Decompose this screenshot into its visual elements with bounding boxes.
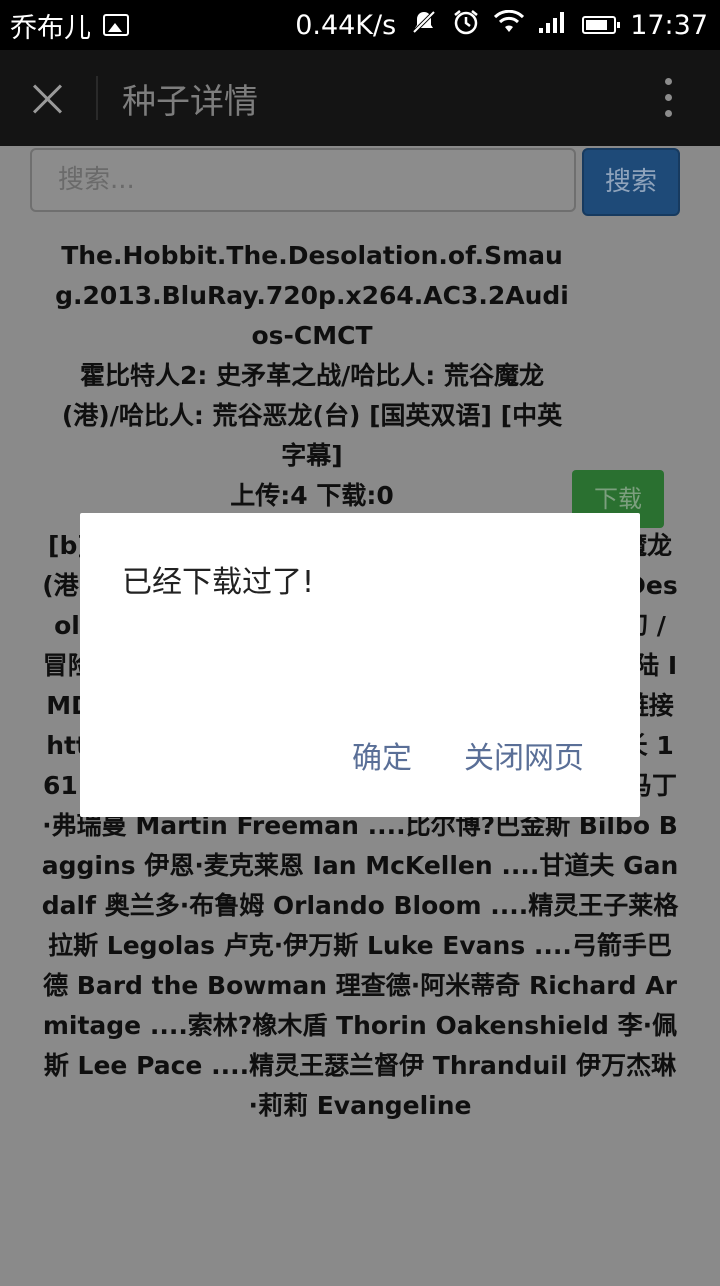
search-button[interactable]: 搜索 xyxy=(582,148,680,216)
divider xyxy=(96,76,98,120)
close-icon[interactable] xyxy=(22,74,74,122)
torrent-title: The.Hobbit.The.Desolation.of.Smaug.2013.… xyxy=(55,241,569,350)
torrent-stats: 上传:4 下载:0 xyxy=(230,481,394,510)
carrier-label: 乔布儿 xyxy=(10,12,91,44)
image-icon xyxy=(103,14,129,36)
network-speed: 0.44K/s xyxy=(295,9,397,41)
alert-dialog: 已经下载过了! 确定 关闭网页 xyxy=(80,513,640,817)
status-left: 乔布儿 xyxy=(10,0,129,50)
signal-icon xyxy=(538,10,568,41)
close-page-button[interactable]: 关闭网页 xyxy=(464,733,584,777)
status-bar: 乔布儿 0.44K/s 17:37 xyxy=(0,0,720,50)
battery-icon xyxy=(582,16,621,34)
torrent-cn-title: 霍比特人2: 史矛革之战/哈比人: 荒谷魔龙(港)/哈比人: 荒谷恶龙(台) [… xyxy=(61,361,563,470)
status-right: 0.44K/s 17:37 xyxy=(295,0,708,50)
mute-icon xyxy=(410,8,438,43)
ok-button[interactable]: 确定 xyxy=(352,733,412,777)
clock: 17:37 xyxy=(630,9,708,41)
dialog-message: 已经下载过了! xyxy=(122,565,315,600)
alarm-icon xyxy=(452,8,480,43)
search-input[interactable]: 搜索... xyxy=(30,148,576,212)
page-title: 种子详情 xyxy=(122,82,258,122)
title-bar: 种子详情 xyxy=(0,50,720,146)
wifi-icon xyxy=(494,9,525,41)
more-vert-icon[interactable] xyxy=(656,78,680,122)
